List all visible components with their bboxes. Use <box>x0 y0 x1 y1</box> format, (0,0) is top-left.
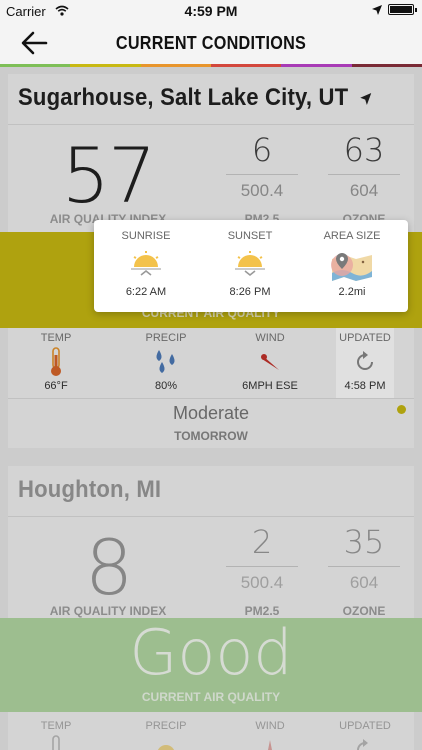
wind-label: WIND <box>255 720 285 732</box>
page-title: CURRENT CONDITIONS <box>115 33 307 53</box>
precip-value: 80% <box>154 380 178 392</box>
sunset-column: SUNSET 8:26 PM <box>198 220 302 298</box>
aqi-scale-segment <box>281 64 352 67</box>
pm25-raw: 500.4 <box>240 181 284 200</box>
aqi-scale-segment <box>351 64 422 67</box>
air-quality-band-big: Good <box>129 616 293 689</box>
weather-row: TEMP PRECIP WIND UPDATED <box>8 716 414 750</box>
pm25-stat: 2 500.4 <box>212 523 312 593</box>
status-bar: Carrier 4:59 PM <box>0 0 422 22</box>
wind-value: 6MPH ESE <box>242 380 298 392</box>
location-card-houghton[interactable]: Houghton, MI 8 2 500.4 35 604 AIR QUALIT… <box>0 466 422 750</box>
thermometer-icon <box>16 732 96 750</box>
ozone-raw: 604 <box>349 573 379 592</box>
ozone-stat: 63 604 <box>314 131 414 201</box>
aqi-scale-segment <box>0 64 71 67</box>
wind-column: WIND <box>230 716 310 750</box>
raindrops-icon <box>126 344 206 380</box>
weather-row: TEMP 66°F PRECIP 80% WIND 6MPH ESE UPDAT… <box>8 328 414 398</box>
current-location-icon <box>360 92 372 105</box>
temp-label: TEMP <box>40 720 72 732</box>
precip-column: PRECIP <box>126 716 206 750</box>
updated-column[interactable]: UPDATED <box>336 716 394 750</box>
temp-column: TEMP <box>16 716 96 750</box>
area-size-column: AREA SIZE 2.2mi <box>300 220 404 298</box>
updated-column[interactable]: UPDATED 4:58 PM <box>336 328 394 398</box>
wind-label: WIND <box>255 332 285 344</box>
area-size-label: AREA SIZE <box>323 230 381 242</box>
forecast-row: Moderate TOMORROW <box>8 398 414 448</box>
pm25-stat: 6 500.4 <box>212 131 312 201</box>
sunrise-icon <box>94 242 198 286</box>
location-name: Houghton, MI <box>18 476 162 503</box>
temp-label: TEMP <box>40 332 72 344</box>
sunrise-value: 6:22 AM <box>125 286 167 298</box>
wind-column: WIND 6MPH ESE <box>230 328 310 392</box>
updated-label: UPDATED <box>339 332 391 344</box>
wind-direction-icon <box>230 732 310 750</box>
location-services-icon <box>372 4 382 15</box>
temp-value: 66°F <box>44 380 68 392</box>
refresh-icon[interactable] <box>336 732 394 750</box>
aqi-value: 57 <box>61 131 157 220</box>
navigation-bar: CURRENT CONDITIONS <box>0 22 422 64</box>
sunset-icon <box>198 242 302 286</box>
sunrise-label: SUNRISE <box>121 230 171 242</box>
aqi-value: 8 <box>84 523 133 612</box>
pm25-value: 2 <box>226 523 298 567</box>
precip-label: PRECIP <box>145 720 187 732</box>
updated-label: UPDATED <box>339 720 391 732</box>
wind-direction-icon <box>230 344 310 380</box>
sun-info-popover[interactable]: SUNRISE 6:22 AM SUNSET 8:26 PM AREA SIZE <box>94 220 408 312</box>
ozone-raw: 604 <box>349 181 379 200</box>
temp-column: TEMP 66°F <box>16 328 96 392</box>
area-size-value: 2.2mi <box>338 286 366 298</box>
ozone-stat: 35 604 <box>314 523 414 593</box>
forecast-when: TOMORROW <box>174 429 248 443</box>
refresh-icon[interactable] <box>336 344 394 380</box>
aqi-scale-segment <box>210 64 282 67</box>
sun-icon <box>126 732 206 750</box>
location-name: Sugarhouse, Salt Lake City, UT <box>18 84 372 112</box>
aqi-scale-segment <box>70 64 141 67</box>
ozone-value: 35 <box>328 523 400 567</box>
air-quality-band: Good CURRENT AIR QUALITY <box>0 616 422 712</box>
thermometer-icon <box>16 344 96 380</box>
battery-icon <box>388 4 417 15</box>
pm25-value: 6 <box>226 131 298 175</box>
sunrise-column: SUNRISE 6:22 AM <box>94 220 198 298</box>
forecast-quality: Moderate <box>172 403 250 423</box>
precip-label: PRECIP <box>145 332 187 344</box>
aqi-scale-segment <box>140 64 211 67</box>
pm25-raw: 500.4 <box>240 573 284 592</box>
air-quality-band-label: CURRENT AIR QUALITY <box>141 690 281 704</box>
map-pin-icon <box>300 242 404 286</box>
precip-column: PRECIP 80% <box>126 328 206 392</box>
sunset-label: SUNSET <box>227 230 273 242</box>
sunset-value: 8:26 PM <box>229 286 271 298</box>
ozone-value: 63 <box>328 131 400 175</box>
aqi-color-scale <box>0 64 422 67</box>
clock: 4:59 PM <box>184 3 238 19</box>
forecast-indicator-dot <box>397 405 406 414</box>
updated-value: 4:58 PM <box>344 380 386 392</box>
